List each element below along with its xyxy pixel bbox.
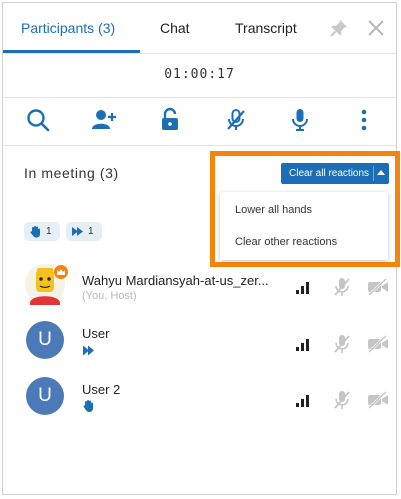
avatar: U (26, 321, 64, 359)
in-meeting-heading: In meeting (3) (24, 165, 119, 181)
menu-item-clear-other-reactions[interactable]: Clear other reactions (235, 236, 337, 248)
raised-hands-count-chip[interactable]: 1 (24, 222, 60, 241)
search-icon[interactable] (25, 107, 51, 133)
raised-hand-icon (30, 226, 40, 238)
pin-icon[interactable] (329, 18, 349, 38)
menu-item-lower-all-hands[interactable]: Lower all hands (235, 204, 312, 216)
tab-transcript[interactable]: Transcript (235, 3, 297, 53)
reactions-menu: Lower all hands Clear other reactions (220, 192, 388, 260)
signal-strength-icon (296, 339, 309, 351)
participant-toolbar (3, 97, 396, 146)
button-divider (373, 166, 374, 181)
close-icon[interactable] (366, 18, 386, 38)
unlock-icon[interactable] (157, 107, 183, 133)
clear-all-reactions-label: Clear all reactions (289, 168, 370, 179)
mic-muted-icon[interactable] (333, 390, 351, 410)
signal-strength-icon (296, 395, 309, 407)
participant-row-user[interactable]: U User (3, 321, 396, 369)
video-off-icon[interactable] (367, 277, 389, 297)
tab-bar: Participants (3) Chat Transcript (3, 3, 396, 54)
mic-icon[interactable] (287, 107, 313, 133)
speed-up-count: 1 (88, 226, 94, 237)
participants-panel: Participants (3) Chat Transcript 01:00:1… (2, 2, 400, 495)
avatar: U (26, 377, 64, 415)
add-user-icon[interactable] (91, 107, 117, 133)
timer-row: 01:00:17 (3, 53, 396, 98)
clear-all-reactions-button[interactable]: Clear all reactions (281, 163, 389, 184)
speed-up-count-chip[interactable]: 1 (66, 222, 102, 241)
more-icon[interactable] (351, 107, 377, 133)
participant-row-host[interactable]: Wahyu Mardiansyah-at-us_zer... (You, Hos… (3, 263, 396, 311)
video-off-icon[interactable] (367, 390, 389, 410)
mute-all-icon[interactable] (223, 107, 249, 133)
participant-role: (You, Host) (82, 290, 137, 302)
mic-muted-icon[interactable] (333, 277, 351, 297)
raised-hands-count: 1 (46, 226, 52, 237)
tab-participants[interactable]: Participants (3) (21, 3, 115, 53)
participant-name: User (82, 326, 110, 341)
mic-muted-icon[interactable] (333, 334, 351, 354)
meeting-timer: 01:00:17 (164, 67, 235, 82)
participant-name: User 2 (82, 382, 121, 397)
tab-chat[interactable]: Chat (160, 3, 190, 53)
participant-row-user-2[interactable]: U User 2 (3, 377, 396, 425)
raised-hand-icon (83, 400, 93, 412)
video-off-icon[interactable] (367, 334, 389, 354)
signal-strength-icon (296, 282, 309, 294)
speed-up-icon (83, 345, 94, 356)
participant-name: Wahyu Mardiansyah-at-us_zer... (82, 273, 269, 288)
speed-up-icon (72, 227, 83, 236)
chevron-up-icon[interactable] (377, 170, 385, 175)
host-avatar (25, 264, 68, 305)
